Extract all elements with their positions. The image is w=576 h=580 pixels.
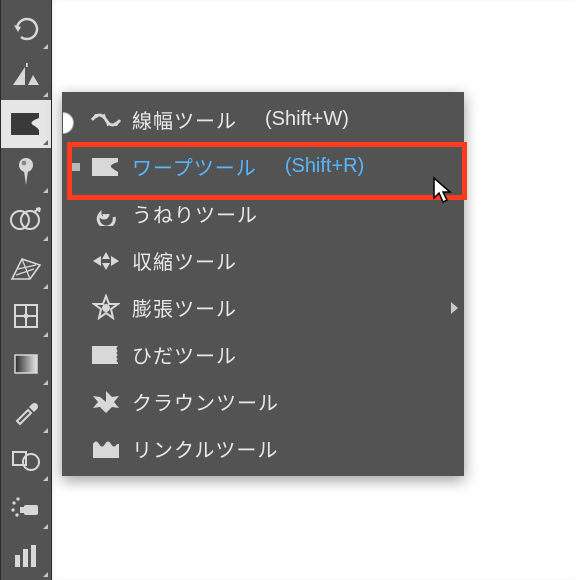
reflect-tool[interactable] bbox=[1, 52, 51, 100]
rotate-tool[interactable] bbox=[1, 4, 51, 52]
symbol-sprayer-tool[interactable] bbox=[1, 484, 51, 532]
flyout-item-shortcut: (Shift+W) bbox=[265, 108, 349, 131]
flyout-item-label: うねりツール bbox=[132, 199, 258, 228]
crystallize-tool-icon bbox=[90, 388, 122, 416]
flyout-item-pucker-tool[interactable]: 収縮ツール bbox=[62, 237, 464, 284]
warp-tool-icon bbox=[90, 153, 122, 181]
flyout-item-scallop-tool[interactable]: ひだツール bbox=[62, 331, 464, 378]
flyout-item-wrinkle-tool[interactable]: リンクルツール bbox=[62, 425, 464, 472]
current-marker bbox=[72, 116, 80, 124]
current-marker bbox=[72, 445, 80, 453]
width-tool-icon bbox=[90, 106, 122, 134]
current-marker bbox=[72, 351, 80, 359]
current-marker bbox=[72, 257, 80, 265]
column-graph-tool[interactable] bbox=[1, 532, 51, 580]
shape-builder-tool[interactable] bbox=[1, 196, 51, 244]
current-marker bbox=[72, 398, 80, 406]
current-marker bbox=[72, 163, 80, 171]
scallop-tool-icon bbox=[90, 341, 122, 369]
perspective-grid-tool[interactable] bbox=[1, 244, 51, 292]
flyout-item-bloat-tool[interactable]: 膨張ツール bbox=[62, 284, 464, 331]
flyout-item-shortcut: (Shift+R) bbox=[285, 155, 364, 178]
blend-tool[interactable] bbox=[1, 436, 51, 484]
flyout-item-label: リンクルツール bbox=[132, 434, 278, 463]
flyout-item-label: ひだツール bbox=[132, 340, 237, 369]
submenu-arrow-icon bbox=[451, 302, 458, 314]
flyout-item-label: 膨張ツール bbox=[132, 293, 237, 322]
tools-panel bbox=[0, 0, 52, 580]
gradient-tool[interactable] bbox=[1, 340, 51, 388]
warp-tool[interactable] bbox=[1, 100, 51, 148]
flyout-item-label: 線幅ツール bbox=[132, 105, 237, 134]
eyedropper-tool[interactable] bbox=[1, 388, 51, 436]
flyout-item-label: 収縮ツール bbox=[132, 246, 237, 275]
bloat-tool-icon bbox=[90, 294, 122, 322]
flyout-item-label: クラウンツール bbox=[132, 387, 279, 416]
flyout-item-twirl-tool[interactable]: うねりツール bbox=[62, 190, 464, 237]
warp-tool-flyout: 線幅ツール (Shift+W) ワープツール (Shift+R) うねりツール bbox=[62, 92, 464, 476]
pucker-tool-icon bbox=[90, 247, 122, 275]
current-marker bbox=[72, 304, 80, 312]
pin-tool[interactable] bbox=[1, 148, 51, 196]
flyout-item-label: ワープツール bbox=[132, 152, 257, 181]
current-marker bbox=[72, 210, 80, 218]
twirl-tool-icon bbox=[90, 200, 122, 228]
mesh-tool[interactable] bbox=[1, 292, 51, 340]
flyout-item-crystallize-tool[interactable]: クラウンツール bbox=[62, 378, 464, 425]
wrinkle-tool-icon bbox=[90, 435, 122, 463]
flyout-item-warp-tool[interactable]: ワープツール (Shift+R) bbox=[62, 143, 464, 190]
flyout-item-width-tool[interactable]: 線幅ツール (Shift+W) bbox=[62, 96, 464, 143]
